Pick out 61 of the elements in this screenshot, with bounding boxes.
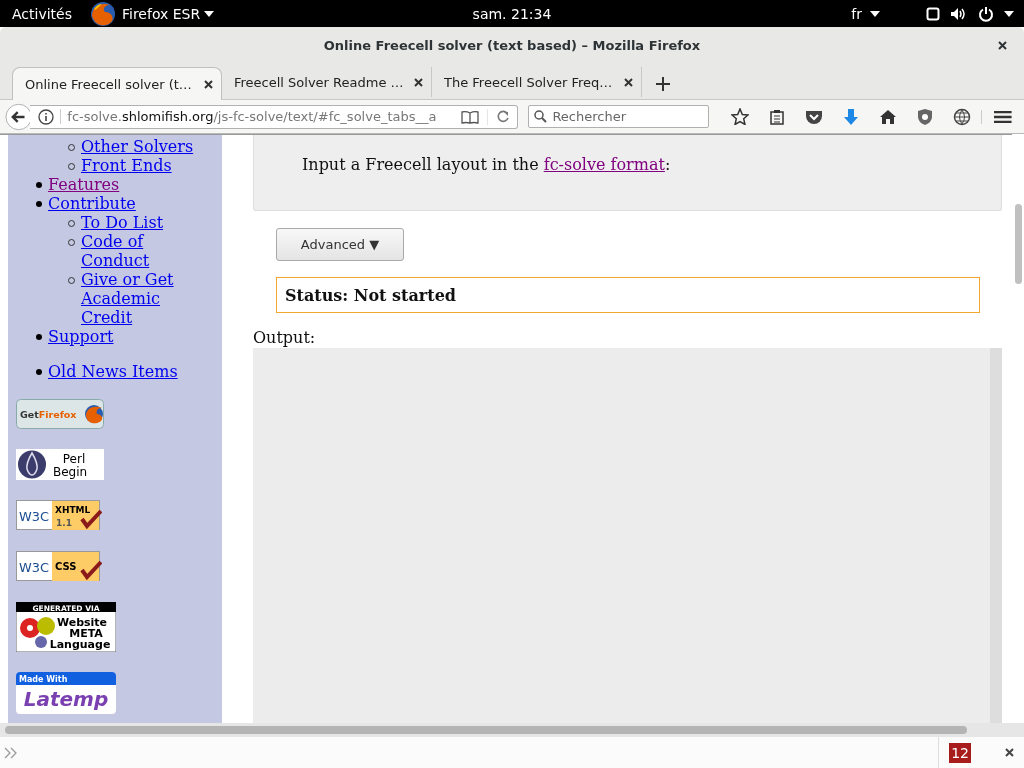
sidebar-link[interactable]: Support: [48, 327, 114, 346]
window-title: Online Freecell solver (text based) – Mozilla Firefox: [323, 38, 701, 53]
language-menu[interactable]: fr: [851, 5, 880, 22]
tab[interactable]: Online Freecell solver (t…: [12, 67, 222, 100]
sidebar-link[interactable]: Other Solvers: [81, 137, 194, 156]
download-icon[interactable]: [843, 107, 860, 126]
close-icon[interactable]: [624, 77, 633, 87]
tab[interactable]: The Freecell Solver Freq…: [432, 67, 642, 97]
close-icon[interactable]: [204, 79, 213, 89]
sidebar-link[interactable]: Old News Items: [48, 362, 178, 381]
app-menu[interactable]: Firefox ESR: [88, 0, 215, 27]
close-icon[interactable]: [1005, 748, 1014, 757]
url-text: fc-solve.shlomifish.org/js-fc-solve/text/#fc_solve_tabs__a: [60, 109, 454, 124]
sidebar-link[interactable]: To Do List: [81, 213, 164, 232]
latemp-badge[interactable]: Made With Latemp: [16, 672, 116, 714]
globe-icon[interactable]: [953, 107, 972, 126]
close-icon[interactable]: [998, 41, 1007, 50]
power-icon[interactable]: [978, 5, 994, 22]
back-icon[interactable]: [5, 102, 33, 131]
activities-button[interactable]: Activités: [12, 5, 72, 22]
url-field[interactable]: fc-solve.shlomifish.org/js-fc-solve/text/#fc_solve_tabs__a: [30, 104, 519, 129]
info-icon[interactable]: [38, 108, 55, 125]
count-badge[interactable]: 12: [949, 742, 971, 763]
w3c-badge[interactable]: W3C CSS: [16, 551, 102, 582]
caret-icon: [204, 10, 215, 17]
sidebar-link[interactable]: Code of Conduct: [81, 232, 208, 270]
close-icon[interactable]: [414, 77, 423, 87]
sidebar-link[interactable]: Give or Get Academic Credit: [81, 270, 208, 327]
get-firefox-badge[interactable]: GetFirefox: [16, 399, 104, 429]
sidebar-link[interactable]: Features: [48, 175, 120, 194]
perl-begin-badge[interactable]: Perl Begin: [16, 449, 104, 480]
sidebar-link[interactable]: Contribute: [48, 194, 136, 213]
tab[interactable]: Freecell Solver Readme …: [222, 67, 432, 97]
search-field[interactable]: Rechercher: [528, 105, 710, 128]
bullet-icon: [36, 201, 42, 207]
search-icon: [534, 110, 548, 123]
bullet-icon: [36, 369, 42, 375]
advanced-button[interactable]: Advanced ▼: [276, 228, 404, 261]
home-icon[interactable]: [879, 108, 898, 125]
clipboard-icon[interactable]: [769, 108, 786, 125]
intro-text: Input a Freecell layout in the fc-solve format:: [302, 155, 672, 174]
speaker-icon[interactable]: [950, 6, 968, 21]
caret-icon[interactable]: [1004, 10, 1014, 17]
star-icon[interactable]: [731, 108, 750, 125]
bullet-icon: [36, 334, 42, 340]
format-link[interactable]: fc-solve format: [543, 155, 665, 174]
plus-icon[interactable]: [656, 77, 670, 91]
shield-icon[interactable]: [917, 107, 934, 126]
caret-icon: [870, 10, 880, 17]
bullet-icon: [36, 182, 42, 188]
reader-icon[interactable]: [461, 109, 480, 124]
output-label: Output:: [253, 328, 316, 347]
menu-icon[interactable]: [981, 109, 1012, 124]
scrollbar[interactable]: [0, 723, 1024, 737]
clock: sam. 21:34: [472, 5, 552, 22]
firefox-icon: [88, 0, 118, 27]
double-chevron-icon[interactable]: [4, 746, 18, 759]
pocket-icon[interactable]: [805, 108, 824, 125]
window-icon[interactable]: [926, 6, 940, 21]
status-text: Status: Not started: [285, 285, 457, 305]
sidebar-link[interactable]: Front Ends: [81, 156, 172, 175]
